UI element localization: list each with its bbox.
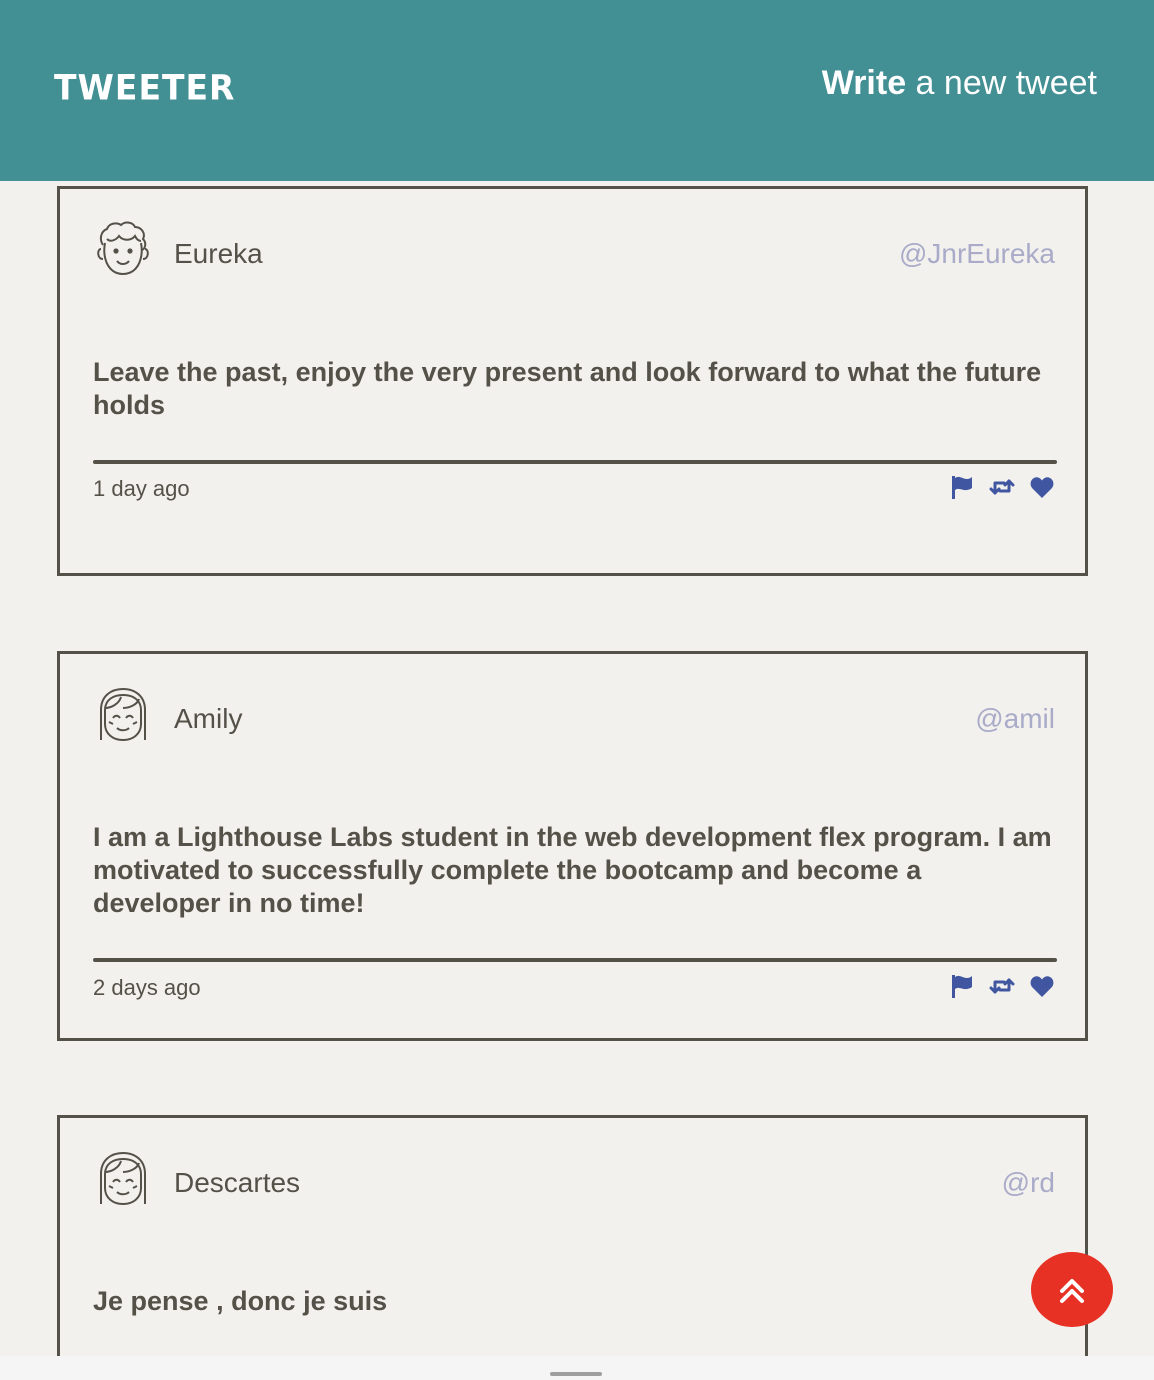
tweet-author-name: Eureka xyxy=(174,238,263,269)
retweet-icon[interactable] xyxy=(989,973,1015,999)
retweet-icon[interactable] xyxy=(989,474,1015,500)
compose-rest-label: a new tweet xyxy=(906,64,1097,102)
tweet-content: Je pense , donc je suis xyxy=(93,1286,388,1316)
tweet-author-handle: @amil xyxy=(975,703,1055,734)
tweet-author-name: Amily xyxy=(174,703,243,734)
tweet-content: Leave the past, enjoy the very present a… xyxy=(93,357,1042,420)
tweet-author-handle: @rd xyxy=(1001,1167,1055,1198)
tweet-card: Eureka @JnrEureka Leave the past, enjoy … xyxy=(57,186,1088,576)
compose-bold-label: Write xyxy=(821,64,907,102)
avatar-curly-hair-icon xyxy=(93,219,153,279)
home-indicator[interactable] xyxy=(550,1372,602,1376)
tweet-timestamp: 1 day ago xyxy=(93,476,190,501)
heart-icon[interactable] xyxy=(1029,474,1055,500)
tweet-actions xyxy=(949,474,1055,500)
tweet-actions xyxy=(949,973,1055,999)
tweet-author-name: Descartes xyxy=(174,1167,301,1198)
tweet-timestamp: 2 days ago xyxy=(93,975,201,1000)
bottom-system-bar xyxy=(0,1356,1154,1380)
double-chevron-up-icon xyxy=(1060,1278,1084,1303)
tweet-divider xyxy=(93,958,1057,962)
top-nav: TWEETER Write a new tweet xyxy=(0,0,1154,181)
write-new-tweet-link[interactable]: Write a new tweet xyxy=(822,64,1097,103)
flag-icon[interactable] xyxy=(949,973,975,999)
tweet-author-handle: @JnrEureka xyxy=(898,238,1055,269)
heart-icon[interactable] xyxy=(1029,973,1055,999)
brand-logo[interactable]: TWEETER xyxy=(54,67,235,108)
tweet-divider xyxy=(93,460,1057,464)
tweet-content: I am a Lighthouse Labs student in the we… xyxy=(93,822,1052,918)
flag-icon[interactable] xyxy=(949,474,975,500)
tweet-card: Descartes @rd Je pense , donc je suis xyxy=(57,1115,1088,1380)
tweet-card: Amily @amil I am a Lighthouse Labs stude… xyxy=(57,651,1088,1041)
scroll-to-top-button[interactable] xyxy=(1031,1252,1113,1327)
avatar-bangs-icon xyxy=(93,1148,153,1208)
avatar-bangs-icon xyxy=(93,684,153,744)
